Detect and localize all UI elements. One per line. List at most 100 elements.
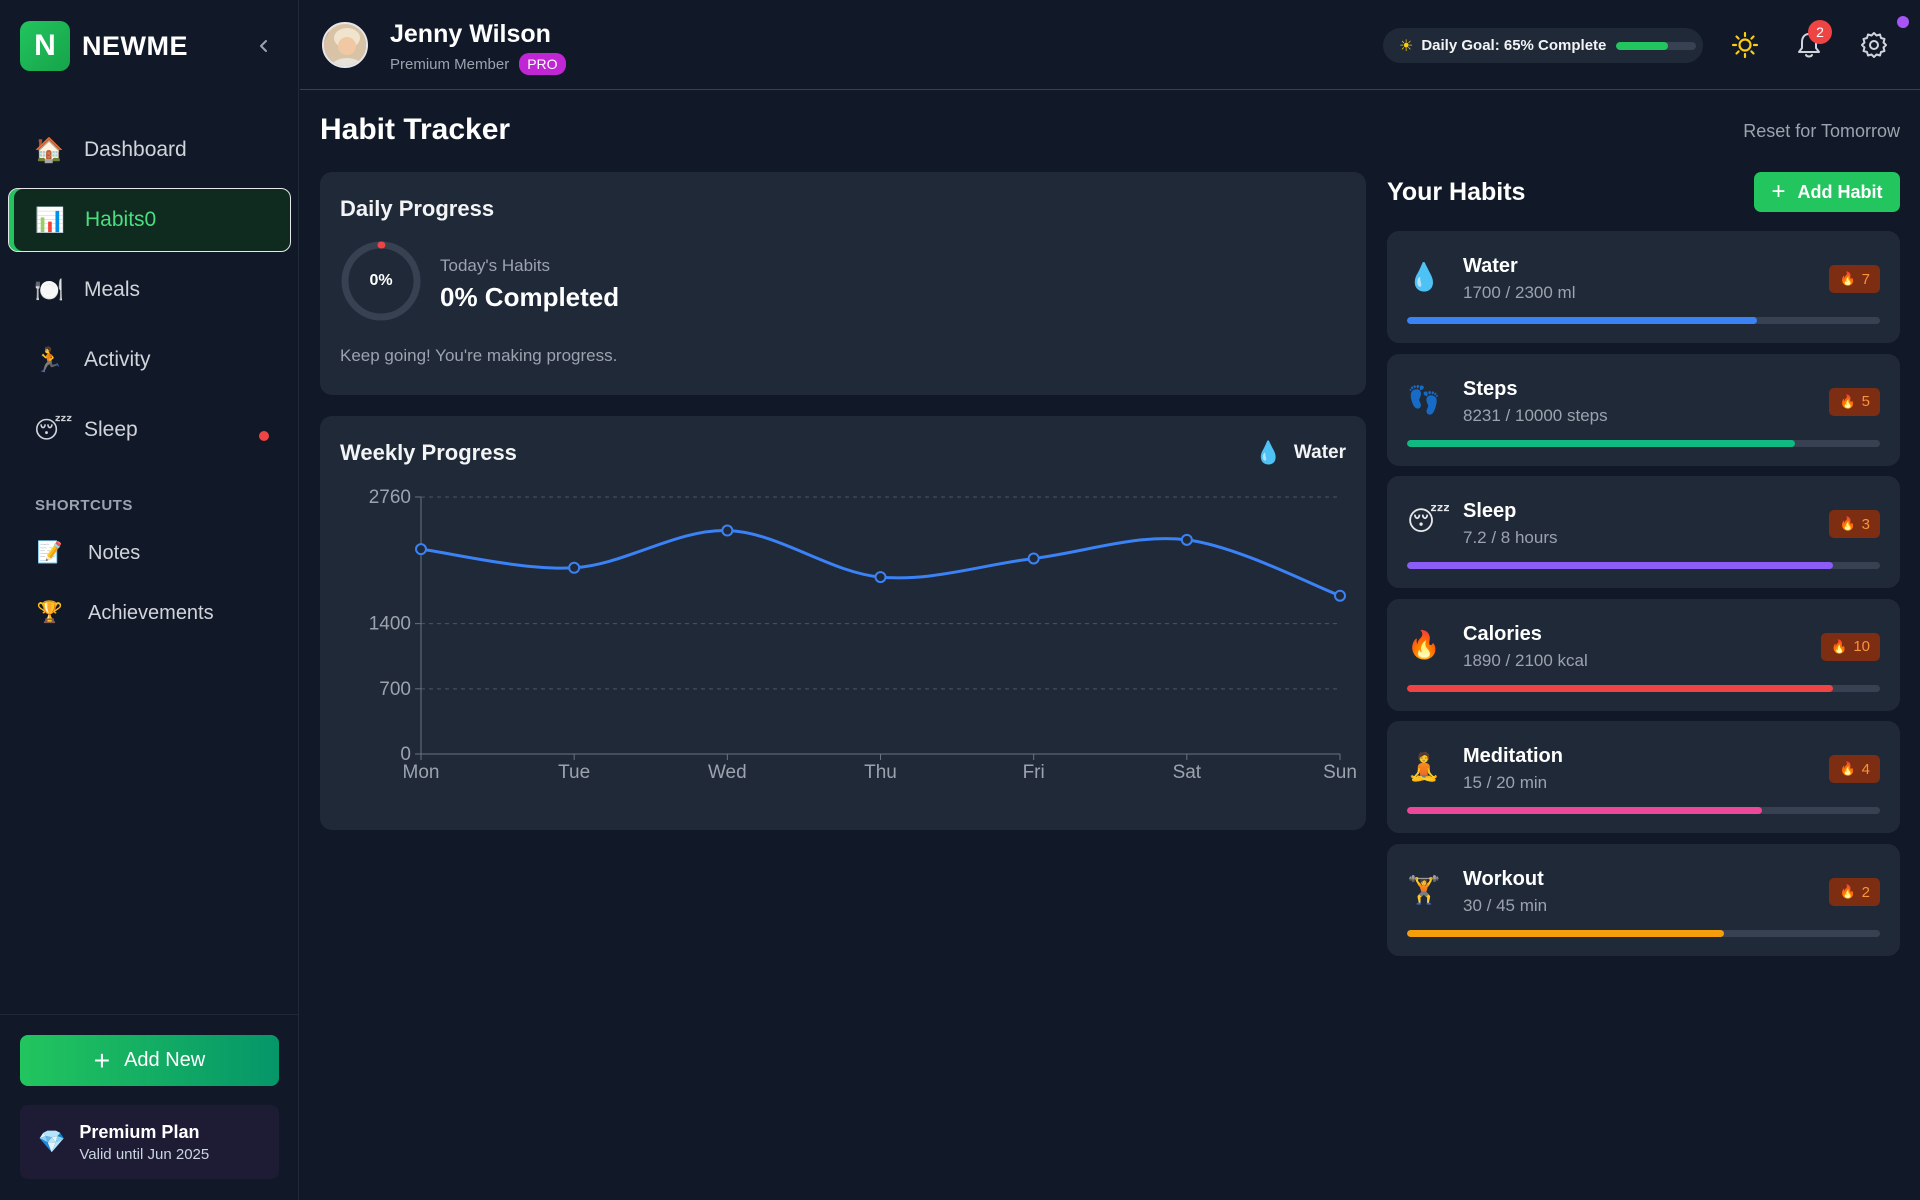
- daily-goal-bar: [1616, 41, 1697, 50]
- x-tick-label: Fri: [1023, 762, 1045, 783]
- fire-icon: 🔥: [1407, 629, 1441, 660]
- collapse-sidebar-button[interactable]: [249, 31, 279, 61]
- data-point[interactable]: [1027, 552, 1040, 565]
- data-point[interactable]: [415, 543, 427, 556]
- sun-icon: [1731, 31, 1759, 59]
- x-tick-label: Sat: [1173, 762, 1202, 783]
- house-icon: 🏠: [34, 136, 64, 164]
- reset-for-tomorrow-link[interactable]: Reset for Tomorrow: [1743, 121, 1900, 142]
- theme-toggle-button[interactable]: [1728, 28, 1762, 62]
- y-tick-label: 1400: [369, 614, 411, 635]
- streak-badge: 🔥 7: [1829, 265, 1880, 293]
- settings-button[interactable]: [1857, 28, 1891, 62]
- page-title: Habit Tracker: [320, 113, 511, 146]
- gear-icon: [1861, 32, 1887, 58]
- logo-icon[interactable]: N: [20, 21, 70, 71]
- habit-card-calories[interactable]: 🔥 Calories 1890 / 2100 kcal 🔥 10: [1387, 598, 1900, 711]
- data-point[interactable]: [568, 561, 581, 574]
- premium-plan-card[interactable]: 💎 Premium Plan Valid until Jun 2025: [20, 1105, 279, 1179]
- data-point[interactable]: [1180, 533, 1193, 546]
- fire-icon: 🔥: [1839, 271, 1856, 286]
- habit-progress-bar: [1407, 684, 1880, 692]
- habit-name: Steps: [1463, 377, 1518, 400]
- data-point[interactable]: [1334, 589, 1346, 602]
- habit-value: 8231 / 10000 steps: [1463, 405, 1608, 425]
- daily-progress-title: Daily Progress: [340, 196, 495, 221]
- notification-dot: [259, 431, 269, 441]
- bar-chart-icon: 📊: [35, 206, 65, 234]
- fire-icon: 🔥: [1839, 761, 1856, 777]
- plus-icon: +: [93, 1044, 111, 1076]
- todays-habits-label: Today's Habits: [440, 256, 551, 275]
- droplet-icon: 💧: [1407, 262, 1441, 292]
- shortcut-notes[interactable]: 📝 Notes: [36, 533, 140, 573]
- status-dot: [1897, 16, 1909, 28]
- premium-title: Premium Plan: [79, 1121, 200, 1142]
- streak-badge: 🔥 2: [1829, 878, 1880, 906]
- habit-value: 7.2 / 8 hours: [1463, 528, 1558, 548]
- habit-card-steps[interactable]: 👣 Steps 8231 / 10000 steps 🔥 5: [1387, 353, 1900, 466]
- streak-count: 7: [1861, 270, 1870, 288]
- streak-count: 5: [1861, 393, 1870, 411]
- habit-value: 1700 / 2300 ml: [1463, 283, 1576, 302]
- shortcuts-heading: SHORTCUTS: [35, 497, 133, 514]
- sidebar-item-label: Dashboard: [84, 138, 187, 161]
- data-point[interactable]: [721, 524, 734, 537]
- add-new-label: Add New: [124, 1049, 206, 1071]
- sleepy-face-icon: 😴: [34, 416, 73, 444]
- notification-count-badge: 2: [1808, 20, 1832, 44]
- progress-ring-label: 0%: [369, 272, 393, 289]
- y-tick-label: 700: [379, 679, 411, 700]
- avatar[interactable]: [322, 22, 368, 68]
- sidebar-item-sleep[interactable]: 😴 Sleep: [8, 398, 291, 462]
- main-nav: 🏠 Dashboard 📊 Habits0 🍽️ Meals 🏃 Activit…: [8, 118, 291, 468]
- habit-value: 1890 / 2100 kcal: [1463, 650, 1588, 670]
- habit-progress-bar: [1407, 317, 1880, 324]
- sidebar-item-label: Habits0: [85, 208, 157, 231]
- add-new-button[interactable]: + Add New: [20, 1035, 279, 1086]
- daily-goal-fill: [1616, 41, 1669, 50]
- data-point[interactable]: [874, 571, 887, 584]
- habit-card-meditation[interactable]: 🧘 Meditation 15 / 20 min 🔥 4: [1387, 721, 1900, 834]
- habit-card-water[interactable]: 💧 Water 1700 / 2300 ml 🔥 7: [1387, 231, 1900, 343]
- chevron-left-icon: [260, 40, 267, 52]
- notifications-button[interactable]: 2: [1792, 20, 1832, 62]
- weightlifter-icon: 🏋️: [1407, 875, 1441, 905]
- streak-count: 2: [1861, 883, 1870, 901]
- habit-name: Calories: [1463, 622, 1542, 645]
- sun-icon: ☀: [1399, 37, 1414, 55]
- habit-progress-bar: [1407, 930, 1880, 937]
- habit-card-workout[interactable]: 🏋️ Workout 30 / 45 min 🔥 2: [1387, 844, 1900, 956]
- x-tick-label: Sun: [1323, 762, 1357, 783]
- y-tick-label: 2760: [369, 487, 411, 508]
- shortcut-label: Achievements: [88, 601, 214, 624]
- shortcut-achievements[interactable]: 🏆 Achievements: [36, 593, 214, 633]
- plus-icon: +: [1771, 178, 1786, 205]
- habit-progress-bar: [1407, 807, 1880, 815]
- weekly-line-chart: 070014002760Mon Tue Wed Thu Fri Sat Sun: [369, 487, 1357, 783]
- progress-ring: 0%: [340, 240, 422, 322]
- meditation-icon: 🧘: [1407, 752, 1441, 783]
- habit-name: Sleep: [1463, 500, 1517, 523]
- habit-value: 30 / 45 min: [1463, 896, 1548, 915]
- sleepy-face-icon: 😴: [1407, 506, 1451, 537]
- habit-card-sleep[interactable]: 😴 Sleep 7.2 / 8 hours 🔥 3: [1387, 476, 1900, 589]
- add-habit-button[interactable]: + Add Habit: [1754, 172, 1900, 212]
- sidebar-item-activity[interactable]: 🏃 Activity: [8, 328, 291, 392]
- streak-badge: 🔥 5: [1829, 387, 1880, 416]
- streak-count: 4: [1861, 760, 1870, 778]
- progress-message: Keep going! You're making progress.: [340, 346, 618, 365]
- sidebar-item-label: Activity: [84, 348, 151, 371]
- user-role: Premium Member PRO: [390, 53, 566, 75]
- sidebar-item-meals[interactable]: 🍽️ Meals: [8, 258, 291, 322]
- pro-badge: PRO: [519, 53, 566, 75]
- trophy-icon: 🏆: [36, 601, 64, 624]
- fire-icon: 🔥: [1839, 516, 1856, 532]
- top-header: Jenny Wilson Premium Member PRO ☀ Daily …: [300, 0, 1920, 90]
- habit-name: Meditation: [1463, 745, 1563, 768]
- weekly-progress-card: Weekly Progress 💧 Water 0 700 1400 2760 Mon T…: [320, 416, 1366, 830]
- series-line-water: [420, 529, 1341, 598]
- habit-name: Workout: [1463, 868, 1544, 890]
- sidebar-item-dashboard[interactable]: 🏠 Dashboard: [8, 118, 291, 182]
- sidebar-item-habits0[interactable]: 📊 Habits0: [8, 188, 291, 252]
